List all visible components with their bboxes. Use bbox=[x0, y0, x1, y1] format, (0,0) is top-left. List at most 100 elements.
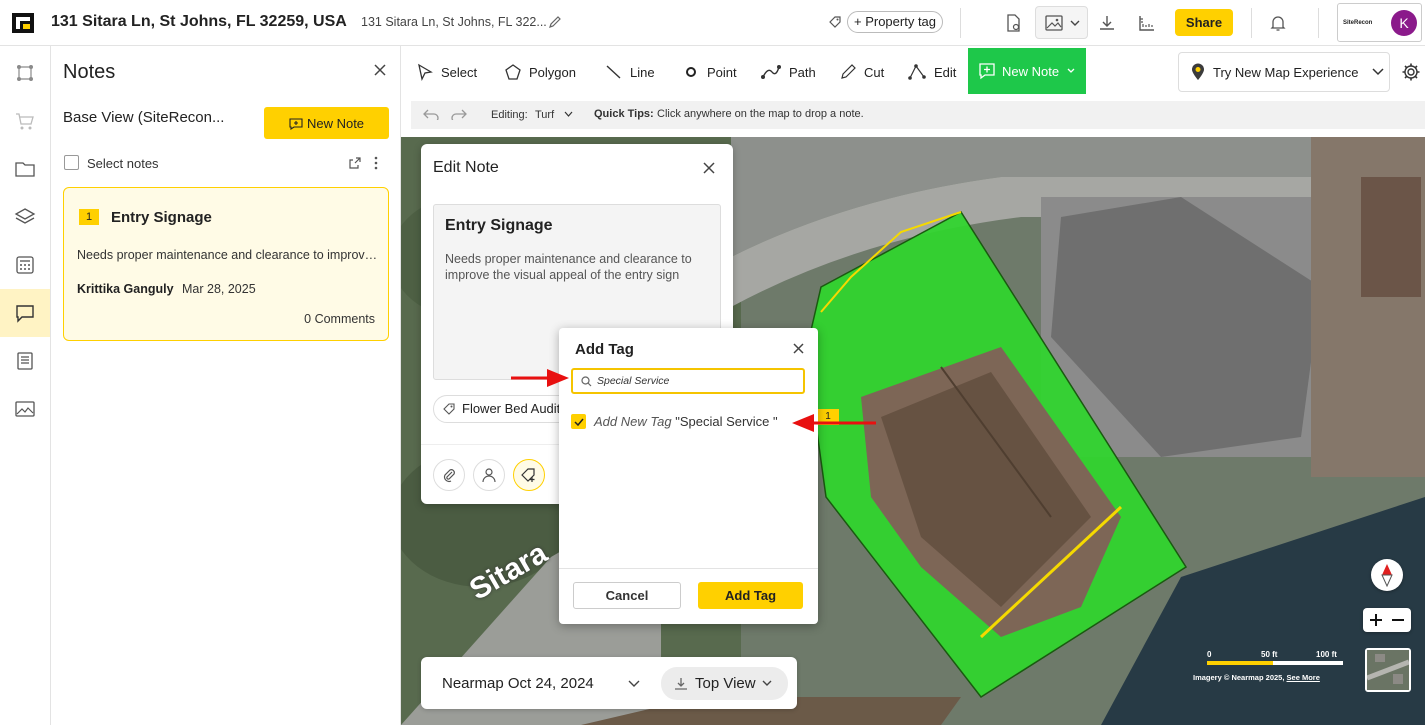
divider bbox=[559, 568, 818, 569]
image-icon bbox=[15, 401, 35, 417]
point-icon bbox=[686, 67, 696, 77]
cart-icon bbox=[16, 113, 34, 130]
tool-new-note[interactable]: New Note bbox=[968, 48, 1086, 94]
scale-mid: 50 ft bbox=[1261, 650, 1278, 659]
zoom-controls bbox=[1363, 608, 1411, 632]
close-icon[interactable] bbox=[373, 63, 387, 77]
try-new-map-button[interactable]: Try New Map Experience bbox=[1178, 52, 1390, 92]
rail-cart[interactable] bbox=[0, 97, 50, 145]
rail-report[interactable] bbox=[0, 337, 50, 385]
tool-line[interactable]: Line bbox=[605, 62, 655, 82]
rail-gallery[interactable] bbox=[0, 385, 50, 433]
pencil-icon[interactable] bbox=[548, 15, 562, 29]
view-mode-dropdown[interactable]: Top View bbox=[661, 667, 788, 700]
note-title-field[interactable]: Entry Signage bbox=[445, 217, 553, 235]
search-icon bbox=[581, 376, 592, 387]
tool-polygon[interactable]: Polygon bbox=[504, 62, 576, 82]
notes-title: Notes bbox=[63, 61, 116, 83]
paperclip-icon bbox=[443, 469, 455, 483]
compass-icon bbox=[1381, 564, 1393, 587]
polygon-icon bbox=[505, 64, 521, 80]
new-note-button[interactable]: New Note bbox=[264, 107, 389, 139]
select-all-checkbox[interactable] bbox=[64, 155, 79, 170]
redo-icon[interactable] bbox=[451, 108, 467, 120]
add-tag-heading: Add Tag bbox=[575, 341, 634, 358]
tag-icon bbox=[443, 403, 455, 415]
chevron-down-icon bbox=[762, 680, 772, 686]
tool-select[interactable]: Select bbox=[416, 62, 477, 82]
property-tag-button[interactable]: + Property tag bbox=[847, 11, 944, 33]
share-button[interactable]: Share bbox=[1175, 9, 1233, 36]
close-icon[interactable] bbox=[792, 342, 805, 355]
tool-path-label: Path bbox=[789, 64, 816, 80]
compass-button[interactable] bbox=[1371, 559, 1403, 591]
tool-cut-label: Cut bbox=[864, 64, 885, 80]
zoom-in-icon[interactable] bbox=[1369, 613, 1383, 627]
account-menu[interactable]: SiteRecon K bbox=[1337, 3, 1422, 42]
cancel-button[interactable]: Cancel bbox=[573, 582, 681, 609]
rail-measure[interactable] bbox=[0, 49, 50, 97]
chevron-down-icon bbox=[1070, 20, 1080, 26]
editing-layer-dropdown[interactable]: Turf bbox=[535, 109, 554, 121]
note-body: Needs proper maintenance and clearance t… bbox=[77, 248, 379, 262]
rail-notes[interactable] bbox=[0, 289, 50, 337]
scale-bar bbox=[1207, 661, 1343, 665]
tool-line-label: Line bbox=[630, 64, 655, 80]
polygon-nodes-icon bbox=[17, 65, 33, 81]
note-add-icon bbox=[979, 63, 995, 80]
siterecon-logo[interactable] bbox=[12, 13, 34, 33]
download-icon bbox=[675, 677, 687, 690]
avatar[interactable]: K bbox=[1391, 10, 1417, 36]
note-date: Mar 28, 2025 bbox=[182, 282, 256, 296]
rail-calculator[interactable] bbox=[0, 241, 50, 289]
view-mode-label: Top View bbox=[695, 675, 756, 692]
cursor-icon bbox=[418, 63, 433, 81]
chevron-down-icon[interactable] bbox=[628, 680, 640, 688]
tool-path[interactable]: Path bbox=[760, 62, 816, 82]
gear-icon[interactable] bbox=[1401, 62, 1421, 82]
imagery-dropdown[interactable] bbox=[1035, 6, 1088, 39]
note-comments[interactable]: 0 Comments bbox=[304, 312, 375, 326]
see-more-link[interactable]: See More bbox=[1287, 673, 1320, 682]
tool-point[interactable]: Point bbox=[682, 62, 737, 82]
edit-nodes-icon bbox=[908, 64, 926, 80]
more-vertical-icon[interactable] bbox=[372, 156, 380, 170]
divider bbox=[1318, 8, 1319, 38]
add-tag-modal: Add Tag Add New Tag "Special Service " C… bbox=[559, 328, 818, 624]
check-icon bbox=[573, 418, 584, 426]
zoom-out-icon[interactable] bbox=[1391, 613, 1405, 627]
imagery-date-dropdown[interactable]: Nearmap Oct 24, 2024 bbox=[442, 675, 594, 692]
file-settings-icon[interactable] bbox=[1003, 13, 1023, 33]
note-card[interactable]: 1 Entry Signage Needs proper maintenance… bbox=[63, 187, 389, 341]
assign-user-button[interactable] bbox=[473, 459, 505, 491]
close-icon[interactable] bbox=[702, 161, 716, 175]
edit-note-heading: Edit Note bbox=[433, 159, 499, 176]
basemap-toggle[interactable] bbox=[1365, 648, 1411, 692]
download-icon[interactable] bbox=[1097, 13, 1117, 33]
new-note-label: New Note bbox=[306, 115, 365, 131]
attach-button[interactable] bbox=[433, 459, 465, 491]
imagery-credit-text: Imagery © Nearmap 2025, bbox=[1193, 673, 1285, 682]
note-body-field[interactable]: Needs proper maintenance and clearance t… bbox=[445, 251, 710, 283]
tag-search-input[interactable] bbox=[597, 373, 797, 389]
chat-bubble-icon bbox=[16, 305, 34, 323]
editing-label: Editing: bbox=[491, 109, 528, 121]
tool-edit[interactable]: Edit bbox=[907, 62, 956, 82]
confirm-add-tag-button[interactable]: Add Tag bbox=[698, 582, 803, 609]
left-rail bbox=[0, 46, 51, 725]
bell-icon[interactable] bbox=[1268, 13, 1288, 33]
imagery-credit: Imagery © Nearmap 2025, See More bbox=[1193, 673, 1320, 682]
rail-folder[interactable] bbox=[0, 145, 50, 193]
ruler-icon[interactable] bbox=[1137, 13, 1157, 33]
tool-cut[interactable]: Cut bbox=[839, 62, 884, 82]
chevron-down-icon[interactable] bbox=[564, 111, 573, 118]
undo-icon[interactable] bbox=[423, 108, 439, 120]
line-icon bbox=[606, 65, 621, 79]
divider bbox=[1251, 8, 1252, 38]
rail-layers[interactable] bbox=[0, 193, 50, 241]
add-new-tag-checkbox[interactable] bbox=[571, 414, 586, 429]
export-icon[interactable] bbox=[348, 156, 362, 170]
add-tag-button[interactable] bbox=[513, 459, 545, 491]
scale-end: 100 ft bbox=[1316, 650, 1337, 659]
add-new-tag-option[interactable]: Add New Tag "Special Service " bbox=[571, 414, 778, 429]
